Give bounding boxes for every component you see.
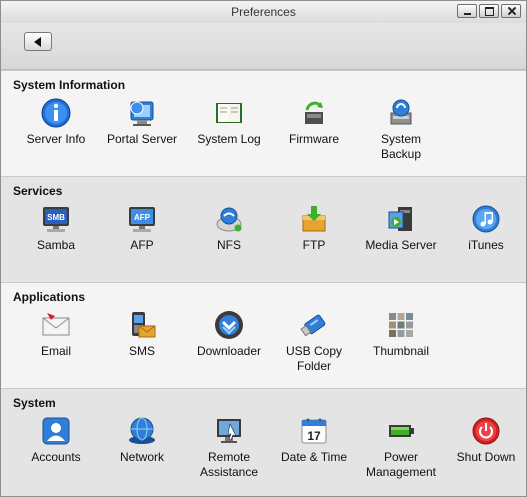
item-label-line2: Management xyxy=(365,465,437,479)
item-label: Network xyxy=(119,450,164,464)
portal-server-item[interactable]: Portal Server xyxy=(99,98,185,147)
item-label: Media Server xyxy=(365,238,437,252)
network-item[interactable]: Network xyxy=(99,416,185,465)
remote-assistance-item[interactable]: Remote Assistance xyxy=(186,416,272,480)
sms-item[interactable]: SMS xyxy=(99,310,185,359)
system-log-icon xyxy=(214,98,244,128)
item-label-line2: Backup xyxy=(380,147,422,161)
maximize-button[interactable] xyxy=(479,4,499,18)
info-icon xyxy=(41,98,71,128)
media-server-icon xyxy=(386,204,416,234)
media-server-item[interactable]: Media Server xyxy=(358,204,444,253)
section-applications: Applications Email SMS Downloader USB Co… xyxy=(1,282,526,388)
downloader-item[interactable]: Downloader xyxy=(186,310,272,359)
item-label: AFP xyxy=(130,238,154,252)
email-item[interactable]: Email xyxy=(13,310,99,359)
item-label: NFS xyxy=(217,238,241,252)
itunes-icon xyxy=(471,204,501,234)
back-arrow-icon xyxy=(34,37,41,47)
system-backup-icon xyxy=(386,98,416,128)
item-label: Thumbnail xyxy=(372,344,430,358)
item-label: USB Copy xyxy=(285,344,343,358)
section-title: Services xyxy=(13,184,63,198)
itunes-item[interactable]: iTunes xyxy=(443,204,527,253)
item-label: Portal Server xyxy=(106,132,178,146)
item-label: Firmware xyxy=(289,132,339,146)
thumbnail-item[interactable]: Thumbnail xyxy=(358,310,444,359)
item-label: Server Info xyxy=(26,132,86,146)
minimize-button[interactable] xyxy=(457,4,477,18)
ftp-icon xyxy=(299,204,329,234)
accounts-item[interactable]: Accounts xyxy=(13,416,99,465)
system-log-item[interactable]: System Log xyxy=(186,98,272,147)
network-icon xyxy=(127,416,157,446)
close-button[interactable] xyxy=(501,4,521,18)
portal-server-icon xyxy=(127,98,157,128)
samba-icon: SMB xyxy=(41,204,71,234)
calendar-icon: 17 xyxy=(299,416,329,446)
item-label-line2: Folder xyxy=(296,359,331,373)
item-label: Samba xyxy=(36,238,76,252)
item-label: Email xyxy=(40,344,71,358)
section-title: System xyxy=(13,396,56,410)
item-label: Power xyxy=(383,450,418,464)
firmware-item[interactable]: Firmware xyxy=(271,98,357,147)
remote-assistance-icon xyxy=(214,416,244,446)
afp-item[interactable]: AFP AFP xyxy=(99,204,185,253)
shutdown-icon xyxy=(471,416,501,446)
server-info-item[interactable]: Server Info xyxy=(13,98,99,147)
toolbar xyxy=(1,23,526,70)
title-bar[interactable]: Preferences xyxy=(1,1,526,23)
thumbnail-icon xyxy=(386,310,416,340)
window-controls xyxy=(457,4,521,18)
section-system-information: System Information Server Info Portal Se… xyxy=(1,70,526,176)
item-label: iTunes xyxy=(468,238,504,252)
samba-badge: SMB xyxy=(47,213,65,222)
power-management-icon xyxy=(386,416,416,446)
afp-badge: AFP xyxy=(134,213,151,222)
maximize-icon xyxy=(480,5,498,17)
item-label: Downloader xyxy=(196,344,262,358)
system-backup-item[interactable]: System Backup xyxy=(358,98,444,162)
minimize-icon xyxy=(458,5,476,17)
item-label-line2: Assistance xyxy=(199,465,259,479)
item-label: FTP xyxy=(302,238,326,252)
accounts-icon xyxy=(41,416,71,446)
section-system: System Accounts Network Remote Assistanc… xyxy=(1,388,526,496)
item-label: Remote xyxy=(207,450,251,464)
item-label: System xyxy=(380,132,421,146)
item-label: SMS xyxy=(128,344,155,358)
afp-icon: AFP xyxy=(127,204,157,234)
samba-item[interactable]: SMB Samba xyxy=(13,204,99,253)
item-label: Shut Down xyxy=(456,450,516,464)
nfs-icon xyxy=(214,204,244,234)
section-services: Services SMB Samba AFP AFP NFS FTP Media… xyxy=(1,176,526,282)
preferences-window: Preferences System Information Server In… xyxy=(0,0,527,497)
firmware-icon xyxy=(299,98,329,128)
email-icon xyxy=(41,310,71,340)
window-title: Preferences xyxy=(231,5,296,19)
section-title: System Information xyxy=(13,78,126,92)
back-button[interactable] xyxy=(24,32,52,51)
item-label: System Log xyxy=(197,132,261,146)
date-time-item[interactable]: 17 Date & Time xyxy=(271,416,357,465)
item-label: Accounts xyxy=(31,450,81,464)
item-label: Date & Time xyxy=(280,450,348,464)
usb-copy-folder-item[interactable]: USB Copy Folder xyxy=(271,310,357,374)
close-icon xyxy=(502,5,520,17)
calendar-day-badge: 17 xyxy=(307,429,321,443)
sms-icon xyxy=(127,310,157,340)
downloader-icon xyxy=(214,310,244,340)
ftp-item[interactable]: FTP xyxy=(271,204,357,253)
shut-down-item[interactable]: Shut Down xyxy=(443,416,527,465)
nfs-item[interactable]: NFS xyxy=(186,204,272,253)
usb-copy-icon xyxy=(299,310,329,340)
power-management-item[interactable]: Power Management xyxy=(358,416,444,480)
section-title: Applications xyxy=(13,290,86,304)
